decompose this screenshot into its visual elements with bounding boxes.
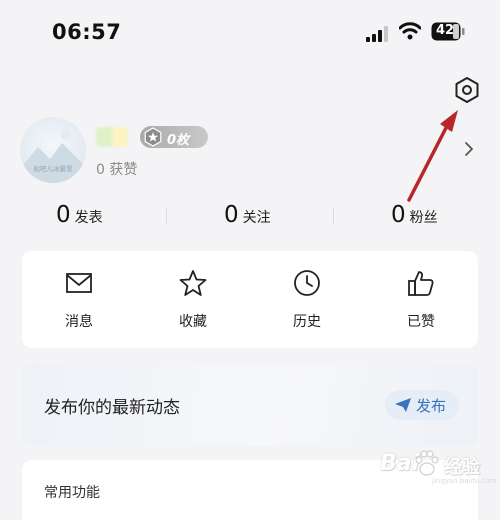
hexagon-gear-icon [455, 77, 479, 103]
baidu-jingyan-watermark: Bai 经验 jingyan.baidu.com [380, 447, 497, 487]
history-button[interactable]: 历史 [267, 269, 347, 339]
username-blurred [96, 127, 128, 147]
likes-count: 0 获赞 [96, 162, 138, 178]
medal-icon [144, 127, 162, 147]
action-label: 已赞 [407, 314, 435, 330]
divider [333, 207, 334, 225]
action-label: 历史 [293, 314, 321, 330]
stat-value: 0 [224, 202, 239, 228]
stat-label: 粉丝 [409, 210, 438, 226]
stat-following[interactable]: 0 关注 [224, 202, 271, 232]
thumbs-up-icon [408, 271, 434, 296]
publish-button-label: 发布 [416, 397, 447, 415]
clock-icon [294, 270, 320, 296]
stat-posts[interactable]: 0 发表 [56, 202, 103, 232]
paper-plane-icon [395, 398, 411, 412]
chevron-right-icon[interactable] [462, 140, 476, 158]
action-label: 消息 [65, 314, 93, 330]
action-label: 收藏 [179, 314, 207, 330]
wifi-icon [399, 22, 421, 40]
quick-actions-card: 消息 收藏 历史 已赞 [22, 251, 478, 348]
status-time: 06:57 [52, 20, 122, 44]
watermark-suffix: 经验 [444, 457, 480, 478]
stat-label: 发表 [74, 210, 103, 226]
post-prompt-card[interactable]: 发布你的最新动态 发布 [22, 364, 478, 446]
stat-followers[interactable]: 0 粉丝 [391, 202, 438, 232]
messages-button[interactable]: 消息 [39, 269, 119, 339]
avatar[interactable]: 贴吧儿冰暴雪 [20, 117, 86, 183]
mountain-landscape-icon [20, 130, 86, 183]
cellular-signal-icon [366, 26, 388, 42]
envelope-icon [66, 273, 92, 293]
watermark-url: jingyan.baidu.com [432, 477, 497, 485]
paw-logo-icon [415, 450, 439, 476]
medal-count: 0枚 [167, 133, 190, 148]
avatar-caption: 贴吧儿冰暴雪 [33, 165, 73, 173]
publish-button[interactable]: 发布 [385, 390, 459, 420]
star-icon [179, 270, 207, 296]
divider [166, 207, 167, 225]
medal-badge[interactable]: 0枚 [140, 126, 208, 148]
stat-value: 0 [391, 202, 406, 228]
settings-button[interactable] [452, 75, 482, 105]
stat-label: 关注 [242, 210, 271, 226]
status-bar: 06:57 42 [0, 0, 500, 60]
liked-button[interactable]: 已赞 [381, 269, 461, 339]
post-prompt-title: 发布你的最新动态 [44, 398, 180, 418]
section-title: 常用功能 [44, 485, 100, 501]
stat-value: 0 [56, 202, 71, 228]
battery-level: 42 [436, 23, 455, 38]
battery-icon: 42 [431, 22, 465, 41]
favorites-button[interactable]: 收藏 [153, 269, 233, 339]
